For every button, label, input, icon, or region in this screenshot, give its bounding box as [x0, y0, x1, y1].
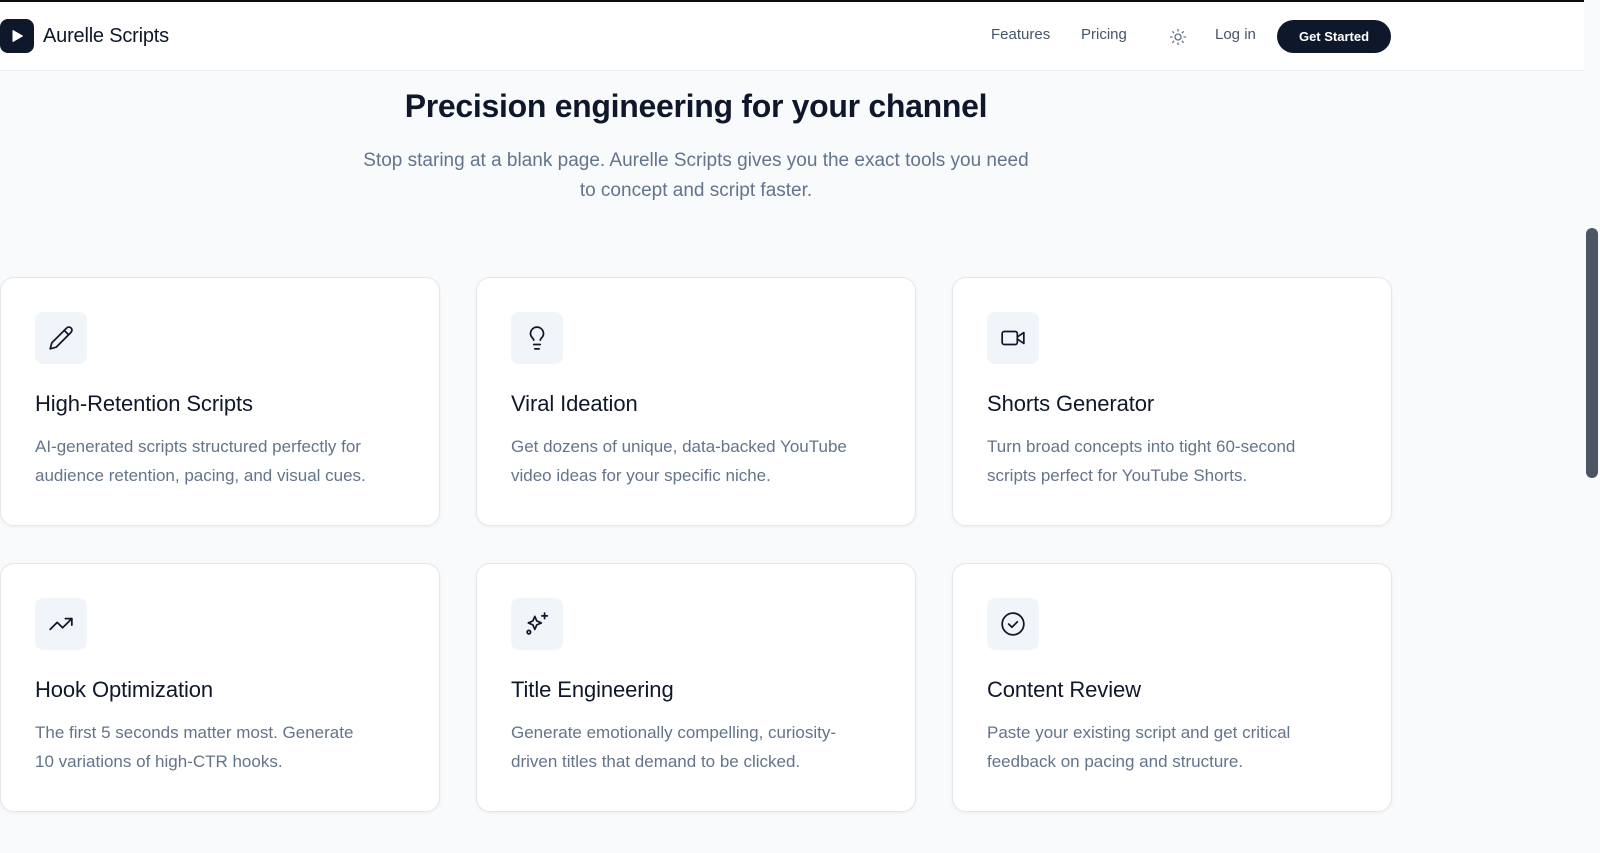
feature-card-content-review: Content Review Paste your existing scrip…	[952, 563, 1392, 812]
card-title: Content Review	[987, 677, 1141, 702]
feature-card-viral-ideation: Viral Ideation Get dozens of unique, dat…	[476, 277, 916, 526]
card-title: Hook Optimization	[35, 677, 214, 702]
get-started-button[interactable]: Get Started	[1277, 20, 1391, 53]
card-description-line-2: driven titles that demand to be clicked.	[511, 751, 801, 771]
check-circle-icon	[1001, 612, 1025, 636]
card-description-line-2: 10 variations of high-CTR hooks.	[35, 751, 283, 771]
navbar: Aurelle Scripts Features Pricing Log in …	[0, 2, 1584, 71]
brand[interactable]: Aurelle Scripts	[0, 19, 169, 53]
card-description-line-2: feedback on pacing and structure.	[987, 751, 1244, 771]
card-description-line-2: video ideas for your specific niche.	[511, 465, 771, 485]
sparkles-icon	[526, 612, 549, 635]
login-link[interactable]: Log in	[1215, 26, 1256, 43]
lightbulb-icon	[529, 326, 545, 350]
feature-card-high-retention-scripts: High-Retention Scripts AI-generated scri…	[0, 277, 440, 526]
card-description-line-1: Turn broad concepts into tight 60-second	[987, 437, 1296, 456]
feature-card-shorts-generator: Shorts Generator Turn broad concepts int…	[952, 277, 1392, 526]
card-description-line-1: Get dozens of unique, data-backed YouTub…	[511, 437, 847, 456]
card-description: AI-generated scripts structured perfectl…	[35, 433, 415, 490]
feature-card-title-engineering: Title Engineering Generate emotionally c…	[476, 563, 916, 812]
card-description: Get dozens of unique, data-backed YouTub…	[511, 433, 891, 490]
section-subtitle-line-1: Stop staring at a blank page. Aurelle Sc…	[363, 150, 1029, 171]
card-title: Viral Ideation	[511, 391, 638, 416]
feature-icon-box	[35, 312, 87, 364]
card-description-line-1: AI-generated scripts structured perfectl…	[35, 437, 361, 456]
play-logo-icon	[0, 19, 34, 53]
nav-link-features[interactable]: Features	[991, 26, 1050, 43]
feature-icon-box	[511, 598, 563, 650]
card-description: The first 5 seconds matter most. Generat…	[35, 719, 415, 776]
feature-icon-box	[511, 312, 563, 364]
card-description: Generate emotionally compelling, curiosi…	[511, 719, 891, 776]
card-description-line-1: Paste your existing script and get criti…	[987, 723, 1291, 742]
card-description-line-2: scripts perfect for YouTube Shorts.	[987, 465, 1248, 485]
card-title: Title Engineering	[511, 677, 674, 702]
sun-icon	[1169, 28, 1187, 46]
brand-name: Aurelle Scripts	[43, 24, 169, 47]
section-title: Precision engineering for your channel	[404, 88, 988, 124]
card-description-line-2: audience retention, pacing, and visual c…	[35, 465, 366, 485]
feature-icon-box	[35, 598, 87, 650]
feature-icon-box	[987, 312, 1039, 364]
nav-link-pricing[interactable]: Pricing	[1081, 26, 1127, 43]
pencil-icon	[49, 326, 73, 350]
scrollbar-thumb[interactable]	[1586, 228, 1598, 478]
feature-card-hook-optimization: Hook Optimization The first 5 seconds ma…	[0, 563, 440, 812]
feature-icon-box	[987, 598, 1039, 650]
section-subtitle-line-2: to concept and script faster.	[579, 180, 813, 201]
section-subtitle: Stop staring at a blank page. Aurelle Sc…	[316, 146, 1076, 206]
card-description: Paste your existing script and get criti…	[987, 719, 1367, 776]
video-icon	[1001, 330, 1025, 346]
card-description: Turn broad concepts into tight 60-second…	[987, 433, 1367, 490]
theme-toggle-button[interactable]	[1168, 27, 1188, 47]
card-description-line-1: Generate emotionally compelling, curiosi…	[511, 723, 837, 742]
card-title: High-Retention Scripts	[35, 391, 253, 416]
trending-up-icon	[49, 617, 73, 631]
card-title: Shorts Generator	[987, 391, 1155, 416]
card-description-line-1: The first 5 seconds matter most. Generat…	[35, 723, 354, 742]
